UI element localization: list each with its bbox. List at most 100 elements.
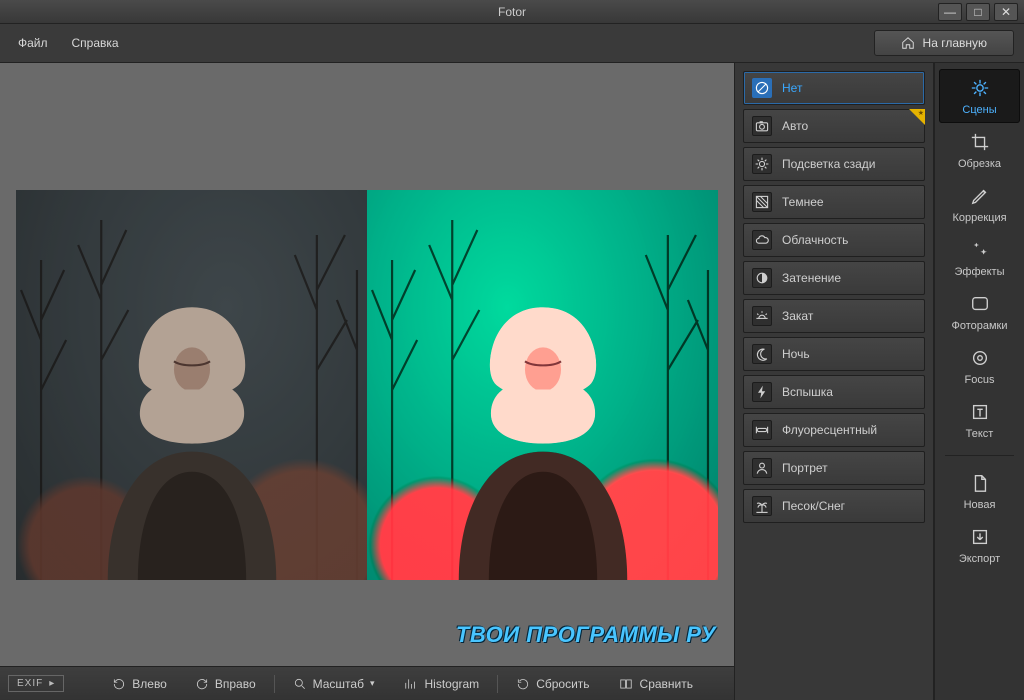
stars-icon (969, 239, 991, 261)
tool-label: Фоторамки (951, 320, 1007, 332)
rotate-left-label: Влево (132, 677, 167, 691)
tool-label: Экспорт (959, 553, 1000, 565)
text-icon (969, 401, 991, 423)
scene-presets-panel: Нет Авто Подсветка сзади Темнее Облачнос… (734, 63, 934, 700)
tool-label: Новая (964, 499, 996, 511)
preset-darken[interactable]: Темнее (743, 185, 925, 219)
darken-icon (752, 192, 772, 212)
preset-sunset[interactable]: Закат (743, 299, 925, 333)
tool-crop[interactable]: Обрезка (939, 123, 1020, 177)
reset-icon (516, 677, 530, 691)
histogram-label: Histogram (425, 677, 480, 691)
zoom-button[interactable]: Масштаб ▾ (281, 673, 387, 695)
image-compare[interactable] (16, 190, 718, 580)
target-icon (969, 347, 991, 369)
tool-frames[interactable]: Фоторамки (939, 285, 1020, 339)
pencil-icon (969, 185, 991, 207)
frame-icon (969, 293, 991, 315)
preset-shade[interactable]: Затенение (743, 261, 925, 295)
minimize-icon: — (944, 5, 956, 19)
rotate-left-icon (112, 677, 126, 691)
preset-label: Авто (782, 119, 808, 133)
tool-new[interactable]: Новая (939, 464, 1020, 518)
canvas-area: ТВОИ ПРОГРАММЫ РУ EXIF ▸ Влево Вправо (0, 63, 734, 700)
star-badge-icon (909, 109, 925, 125)
tool-label: Сцены (962, 104, 996, 116)
preset-night[interactable]: Ночь (743, 337, 925, 371)
preset-label: Флуоресцентный (782, 423, 877, 437)
titlebar: Fotor — □ ✕ (0, 0, 1024, 24)
tool-label: Коррекция (952, 212, 1006, 224)
preset-label: Подсветка сзади (782, 157, 875, 171)
flash-icon (752, 382, 772, 402)
compare-original (16, 190, 367, 580)
rotate-right-icon (195, 677, 209, 691)
tool-label: Обрезка (958, 158, 1001, 170)
preset-label: Темнее (782, 195, 824, 209)
cloud-icon (752, 230, 772, 250)
preset-label: Облачность (782, 233, 848, 247)
maximize-icon: □ (974, 5, 981, 19)
bottom-toolbar: EXIF ▸ Влево Вправо Масштаб ▾ (0, 666, 734, 700)
preset-label: Нет (782, 81, 802, 95)
preset-label: Закат (782, 309, 813, 323)
preset-flash[interactable]: Вспышка (743, 375, 925, 409)
shade-icon (752, 268, 772, 288)
preset-label: Ночь (782, 347, 810, 361)
tool-label: Эффекты (954, 266, 1004, 278)
sunback-icon (752, 154, 772, 174)
home-button-label: На главную (923, 36, 987, 50)
exif-button[interactable]: EXIF ▸ (8, 675, 64, 692)
download-icon (969, 526, 991, 548)
app-title: Fotor (0, 5, 1024, 19)
fluor-icon (752, 420, 772, 440)
preset-auto[interactable]: Авто (743, 109, 925, 143)
preset-none[interactable]: Нет (743, 71, 925, 105)
camera-icon (752, 116, 772, 136)
preset-fluorescent[interactable]: Флуоресцентный (743, 413, 925, 447)
zoom-label: Масштаб (313, 677, 364, 691)
crop-icon (969, 131, 991, 153)
reset-label: Сбросить (536, 677, 589, 691)
tool-effects[interactable]: Эффекты (939, 231, 1020, 285)
compare-button[interactable]: Сравнить (606, 673, 705, 695)
page-icon (969, 472, 991, 494)
exif-label: EXIF (17, 678, 43, 689)
preset-label: Вспышка (782, 385, 833, 399)
histogram-icon (403, 677, 419, 691)
rotate-right-button[interactable]: Вправо (183, 673, 268, 695)
histogram-button[interactable]: Histogram (391, 673, 492, 695)
portrait-icon (752, 458, 772, 478)
tool-focus[interactable]: Focus (939, 339, 1020, 393)
tool-label: Focus (965, 374, 995, 386)
tool-text[interactable]: Текст (939, 393, 1020, 447)
preset-portrait[interactable]: Портрет (743, 451, 925, 485)
tools-sidebar: Сцены Обрезка Коррекция Эффекты Фоторамк… (934, 63, 1024, 700)
magnifier-icon (293, 677, 307, 691)
preset-label: Песок/Снег (782, 499, 845, 513)
menu-file[interactable]: Файл (6, 32, 60, 54)
window-minimize-button[interactable]: — (938, 3, 962, 21)
prohibit-icon (752, 78, 772, 98)
preset-cloudy[interactable]: Облачность (743, 223, 925, 257)
tool-adjust[interactable]: Коррекция (939, 177, 1020, 231)
preset-label: Затенение (782, 271, 841, 285)
preset-backlit[interactable]: Подсветка сзади (743, 147, 925, 181)
sunset-icon (752, 306, 772, 326)
tool-export[interactable]: Экспорт (939, 518, 1020, 572)
window-close-button[interactable]: ✕ (994, 3, 1018, 21)
rotate-left-button[interactable]: Влево (100, 673, 179, 695)
sparkle-icon (969, 77, 991, 99)
home-button[interactable]: На главную (874, 30, 1014, 56)
moon-icon (752, 344, 772, 364)
reset-button[interactable]: Сбросить (504, 673, 601, 695)
menu-help[interactable]: Справка (60, 32, 131, 54)
tool-scenes[interactable]: Сцены (939, 69, 1020, 123)
menubar: Файл Справка (0, 30, 874, 56)
preset-sandsnow[interactable]: Песок/Снег (743, 489, 925, 523)
home-icon (901, 36, 915, 50)
palm-icon (752, 496, 772, 516)
window-maximize-button[interactable]: □ (966, 3, 990, 21)
compare-label: Сравнить (640, 677, 693, 691)
rotate-right-label: Вправо (215, 677, 256, 691)
